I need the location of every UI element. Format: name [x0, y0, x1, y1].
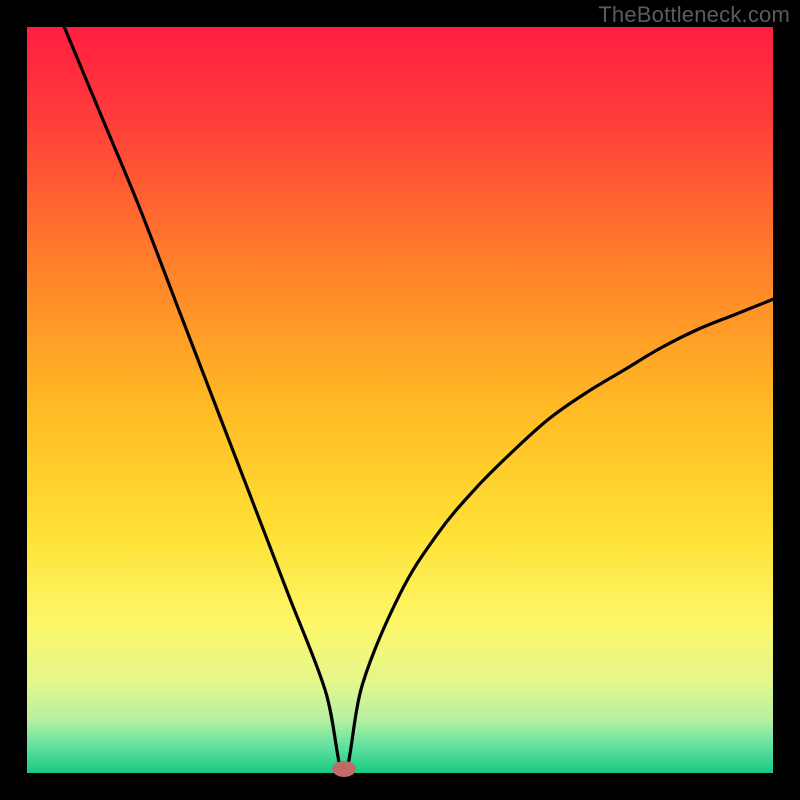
plot-background [27, 27, 773, 773]
minimum-marker [332, 761, 356, 777]
chart-frame: TheBottleneck.com [0, 0, 800, 800]
watermark-text: TheBottleneck.com [598, 2, 790, 28]
bottleneck-chart [0, 0, 800, 800]
